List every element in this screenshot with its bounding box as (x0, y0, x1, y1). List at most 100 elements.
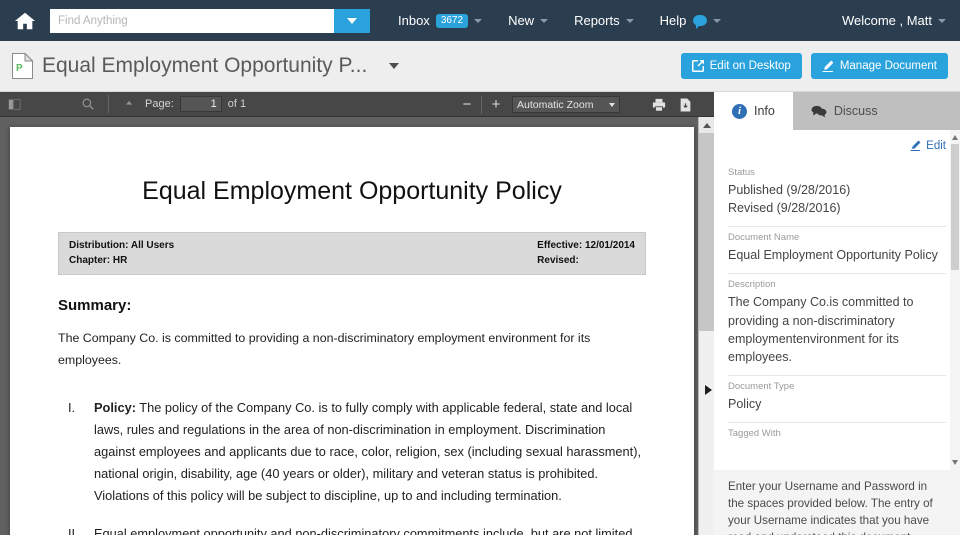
button-label: Manage Document (839, 60, 937, 72)
user-menu[interactable]: Welcome , Matt (842, 13, 946, 28)
comments-icon (811, 105, 827, 117)
metadata-field-status: Status Published (9/28/2016) Revised (9/… (728, 162, 946, 228)
item-text: Equal employment opportunity and non-dis… (94, 526, 633, 535)
pencil-icon (821, 60, 834, 72)
tab-info[interactable]: i Info (714, 92, 793, 130)
field-label: Tagged With (728, 428, 781, 439)
metadata-field-document-type: Document Type Policy (728, 376, 946, 423)
main-content: Page: of 1 − + Automatic Zoom (0, 92, 960, 535)
chevron-up-icon (703, 122, 711, 128)
top-navigation-bar: Inbox 3672 New Reports Help Welcome , Ma… (0, 0, 960, 41)
summary-body: The Company Co. is committed to providin… (58, 331, 591, 367)
chevron-down-icon (609, 102, 615, 107)
inbox-count-badge: 3672 (435, 13, 469, 28)
chevron-down-icon (474, 18, 483, 23)
pdf-viewer: Page: of 1 − + Automatic Zoom (0, 92, 715, 535)
nav-item-reports[interactable]: Reports (574, 13, 634, 28)
nav-links: Inbox 3672 New Reports Help (398, 13, 747, 29)
zoom-level-select[interactable]: Automatic Zoom (512, 96, 620, 113)
edit-metadata-link[interactable]: Edit (910, 140, 946, 152)
tab-label: Discuss (833, 104, 878, 118)
nav-item-help[interactable]: Help (659, 13, 722, 29)
pencil-icon (910, 140, 921, 151)
tab-label: Info (754, 104, 775, 118)
chat-bubble-icon (693, 15, 708, 29)
panel-collapse-handle[interactable] (705, 382, 714, 398)
policy-item: II. Equal employment opportunity and non… (58, 523, 646, 535)
chapter-label: Chapter: HR (69, 254, 128, 266)
download-icon[interactable] (672, 92, 698, 117)
document-header-actions: Edit on Desktop Manage Document (672, 53, 948, 79)
pdf-page: Equal Employment Opportunity Policy Dist… (10, 127, 694, 535)
item-text: The policy of the Company Co. is to full… (94, 400, 642, 504)
print-icon[interactable] (646, 92, 672, 117)
metadata-scrollbar[interactable] (950, 130, 960, 470)
page-title: Equal Employment Opportunity P... (42, 54, 368, 77)
scroll-up-button[interactable] (699, 117, 715, 133)
chevron-down-icon (540, 18, 549, 23)
pdf-scrollbar-thumb[interactable] (699, 133, 715, 331)
policy-document-icon: P (12, 53, 33, 79)
chevron-down-icon (347, 17, 357, 24)
metadata-scroll-up-button[interactable] (951, 131, 959, 143)
pdf-scrollbar[interactable] (698, 117, 715, 535)
manage-document-button[interactable]: Manage Document (810, 53, 948, 79)
button-label: Edit on Desktop (709, 60, 791, 72)
distribution-label: Distribution: All Users (69, 240, 175, 251)
search-icon[interactable] (74, 92, 102, 117)
field-label: Status (728, 167, 755, 178)
metadata-list: Edit Status Published (9/28/2016) Revise… (714, 130, 960, 470)
chevron-down-icon (938, 18, 946, 23)
page-count-label: of 1 (227, 98, 247, 110)
metadata-scrollbar-thumb[interactable] (951, 144, 959, 270)
nav-item-label: Help (659, 13, 687, 28)
page-number-input[interactable] (179, 96, 222, 112)
nav-item-label: Reports (574, 13, 620, 28)
field-value: Equal Employment Opportunity Policy (728, 248, 938, 263)
field-label: Document Type (728, 380, 795, 392)
zoom-in-button[interactable]: + (484, 92, 508, 117)
search-input[interactable] (50, 8, 334, 33)
pdf-scroll-area[interactable]: Equal Employment Opportunity Policy Dist… (0, 117, 714, 535)
sidebar-toggle-icon[interactable] (0, 92, 28, 117)
item-body: Policy: The policy of the Company Co. is… (94, 397, 646, 507)
chevron-down-icon (952, 459, 958, 465)
field-label: Document Name (728, 232, 800, 244)
search-bar (50, 8, 370, 33)
info-circle-icon: i (732, 103, 747, 119)
chevron-down-icon (713, 18, 722, 23)
item-body: Equal employment opportunity and non-dis… (94, 523, 646, 535)
signature-section: Enter your Username and Password in the … (714, 470, 960, 535)
document-actions-chevron-down-icon[interactable] (389, 63, 400, 69)
zoom-out-button[interactable]: − (455, 92, 479, 117)
metadata-field-tagged-with: Tagged With (728, 423, 946, 451)
nav-item-new[interactable]: New (508, 13, 549, 28)
policy-item: I. Policy: The policy of the Company Co.… (58, 397, 646, 507)
home-icon[interactable] (14, 10, 36, 32)
edit-metadata-row: Edit (728, 138, 946, 156)
revised-label: Revised: (537, 254, 579, 266)
previous-page-icon[interactable] (115, 92, 143, 117)
effective-label: Effective: 12/01/2014 (537, 240, 635, 251)
chevron-down-icon (625, 18, 634, 23)
tab-discuss[interactable]: Discuss (793, 92, 896, 130)
nav-item-label: New (508, 13, 535, 28)
metadata-field-description: Description The Company Co.is committed … (728, 274, 946, 376)
item-number: II. (68, 526, 79, 535)
metadata-scroll-down-button[interactable] (951, 456, 959, 468)
document-meta-bar: Distribution: All Users Chapter: HR Effe… (58, 232, 646, 275)
field-label: Description (728, 279, 776, 291)
edit-label: Edit (926, 139, 946, 152)
edit-on-desktop-button[interactable]: Edit on Desktop (680, 53, 802, 79)
zoom-level-label: Automatic Zoom (517, 98, 594, 111)
search-dropdown-button[interactable] (334, 8, 370, 33)
info-panel: i Info Discuss Edit Status Published (9/… (714, 92, 960, 535)
signature-instructions: Enter your Username and Password in the … (728, 480, 933, 535)
document-header: P Equal Employment Opportunity P... Edit… (0, 41, 960, 92)
edit-square-icon (691, 60, 704, 72)
page-label: Page: (145, 98, 174, 110)
welcome-label: Welcome , Matt (841, 13, 932, 28)
svg-text:P: P (16, 63, 23, 74)
item-lead: Policy: (94, 400, 136, 416)
nav-item-inbox[interactable]: Inbox 3672 (398, 13, 483, 28)
